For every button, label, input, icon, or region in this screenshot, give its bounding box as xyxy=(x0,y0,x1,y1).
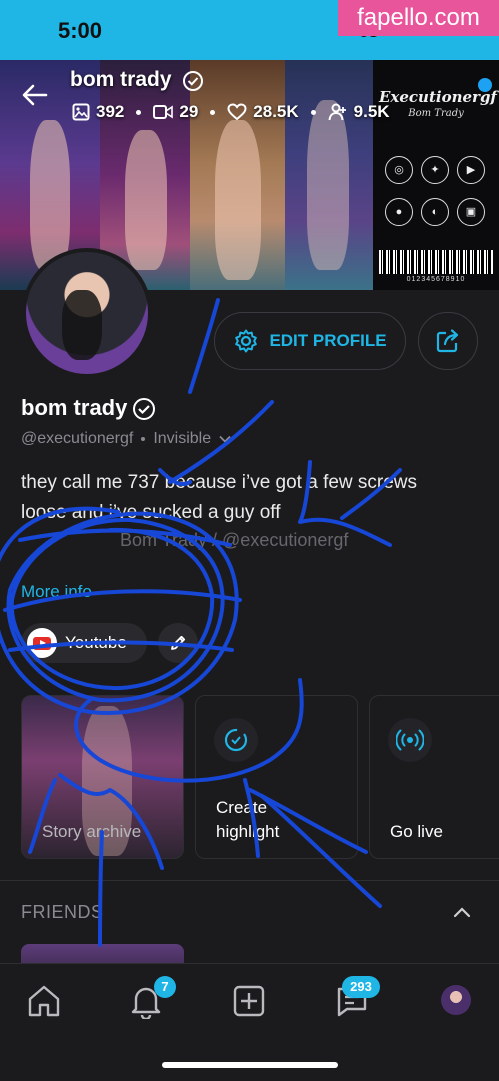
pencil-icon xyxy=(171,635,186,650)
handle-row: @executionergf Invisible xyxy=(21,430,231,448)
create-highlight-card[interactable]: Create highlight xyxy=(195,695,358,859)
chevron-up-icon[interactable] xyxy=(452,902,472,922)
messages-badge: 293 xyxy=(342,976,380,998)
photo-icon xyxy=(72,103,90,121)
back-arrow-icon[interactable] xyxy=(20,80,50,110)
share-icon xyxy=(436,329,459,353)
edit-profile-label: EDIT PROFILE xyxy=(269,331,387,350)
share-button[interactable] xyxy=(418,312,478,370)
create-highlight-label-2: highlight xyxy=(216,822,280,841)
brand-logo-title: Executionergf xyxy=(379,88,497,106)
story-archive-label: Story archive xyxy=(42,822,142,841)
online-status[interactable]: Invisible xyxy=(153,430,211,448)
profile-bio: they call me 737 because i’ve got a few … xyxy=(21,468,481,528)
barcode-number: 012345678910 xyxy=(406,276,466,283)
profile-handle: @executionergf xyxy=(21,430,134,447)
profile-name: bom trady xyxy=(21,395,128,420)
verified-badge-icon xyxy=(183,71,203,91)
twitch-icon: ▣ xyxy=(457,198,485,226)
notifications-badge: 7 xyxy=(154,976,176,998)
reddit-icon: ● xyxy=(385,198,413,226)
gear-icon xyxy=(235,329,258,353)
twitter-icon: ✦ xyxy=(421,156,449,184)
barcode-graphic xyxy=(379,250,493,274)
go-live-card[interactable]: Go live xyxy=(369,695,499,859)
avatar-figure xyxy=(62,290,102,360)
status-time: 5:00 xyxy=(58,18,103,43)
go-live-label: Go live xyxy=(390,822,443,841)
verified-badge-icon xyxy=(133,398,155,420)
photo-count: 392 xyxy=(96,102,125,121)
likes-count: 28.5K xyxy=(253,102,299,121)
friends-heading: FRIENDS xyxy=(21,902,104,922)
home-icon[interactable] xyxy=(26,983,62,1019)
header-name: bom trady xyxy=(70,68,172,91)
bio-faded-text: Bom Trady / @executionergf xyxy=(120,530,349,550)
section-divider xyxy=(0,880,499,881)
edit-profile-button[interactable]: EDIT PROFILE xyxy=(214,312,406,370)
youtube-link-label: Youtube xyxy=(65,633,127,652)
add-post-icon[interactable] xyxy=(231,983,267,1019)
header-stats: 392 29 28.5K 9.5K xyxy=(72,100,390,124)
home-indicator xyxy=(162,1062,338,1068)
banner-brand-panel: Executionergf Bom Trady ◎ ✦ ▶ ● ◐ ▣ 0123… xyxy=(373,60,499,290)
fans-icon xyxy=(328,103,346,121)
bio-line-1: they call me 737 because i’ve got a few … xyxy=(21,472,418,493)
bio-line-2: loose and i’ve sucked a guy off xyxy=(21,502,281,523)
youtube-icon: ▶ xyxy=(457,156,485,184)
profile-nav-avatar[interactable] xyxy=(441,985,471,1015)
video-count: 29 xyxy=(179,102,199,121)
banner-photo-4 xyxy=(285,60,373,290)
youtube-icon xyxy=(27,628,57,658)
chevron-down-icon[interactable] xyxy=(219,435,231,443)
heart-icon xyxy=(227,103,247,121)
live-icon xyxy=(388,718,432,762)
instagram-icon: ◎ xyxy=(385,156,413,184)
brand-logo-subtitle: Bom Trady xyxy=(408,108,464,119)
story-archive-card[interactable]: Story archive xyxy=(21,695,184,859)
youtube-link-button[interactable]: Youtube xyxy=(21,623,147,663)
watermark: fapello.com xyxy=(338,0,499,36)
create-highlight-icon xyxy=(214,718,258,762)
banner-photo-3 xyxy=(190,60,285,290)
verified-small-icon xyxy=(478,78,492,92)
discord-icon: ◐ xyxy=(421,198,449,226)
edit-links-button[interactable] xyxy=(158,623,198,663)
more-info-link[interactable]: More info xyxy=(21,582,92,602)
fans-count: 9.5K xyxy=(353,102,390,121)
video-icon xyxy=(153,105,174,119)
create-highlight-label-1: Create xyxy=(216,798,268,817)
